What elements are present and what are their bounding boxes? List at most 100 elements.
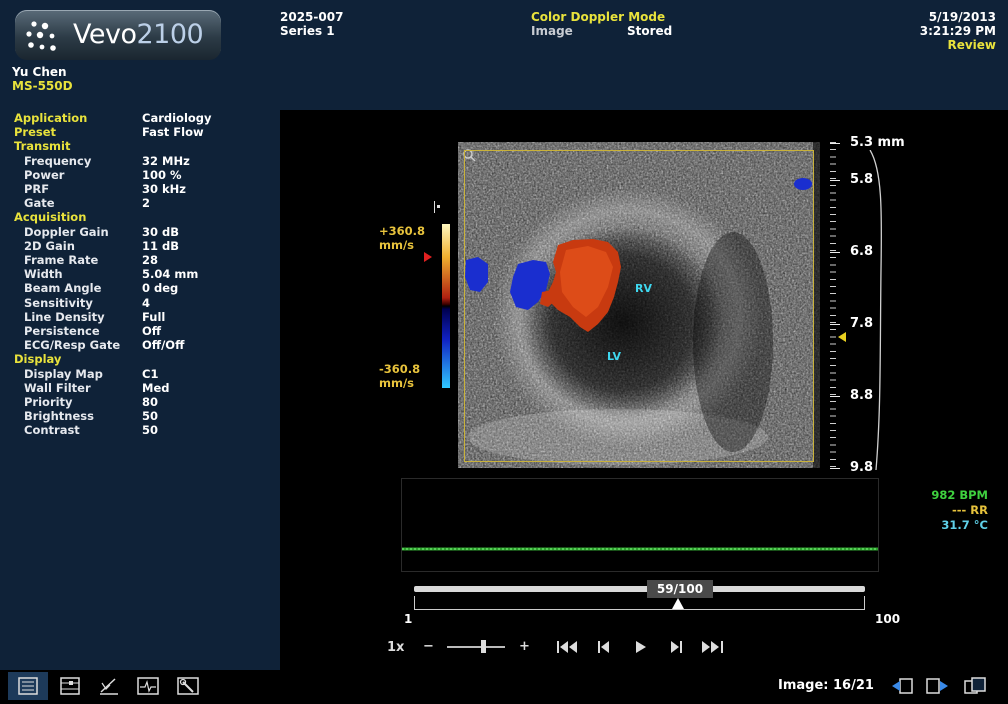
param-value: C1 bbox=[142, 366, 159, 381]
param-row: Line Density Full bbox=[14, 310, 274, 324]
timeline-cursor-icon[interactable] bbox=[672, 598, 685, 609]
param-key: Power bbox=[24, 167, 65, 182]
roi-box[interactable] bbox=[464, 150, 814, 462]
baseline-marker-icon[interactable] bbox=[424, 252, 432, 262]
param-key: Width bbox=[24, 267, 63, 282]
lv-label: LV bbox=[607, 350, 622, 363]
parameter-panel: Application Cardiology Preset Fast Flow Tran… bbox=[0, 110, 280, 670]
param-row: Application Cardiology bbox=[14, 111, 274, 125]
depth-major-tick bbox=[830, 143, 840, 144]
param-value: 5.04 mm bbox=[142, 267, 199, 282]
depth-major-tick bbox=[830, 180, 840, 181]
param-key: Contrast bbox=[24, 423, 80, 438]
param-key: 2D Gain bbox=[24, 238, 75, 253]
param-value: 50 bbox=[142, 409, 159, 424]
param-row: Transmit bbox=[14, 139, 274, 153]
velocity-max: +360.8 bbox=[379, 224, 426, 238]
resp-rate: --- RR bbox=[951, 503, 988, 517]
param-row: Wall Filter Med bbox=[14, 381, 274, 395]
speed-decrease-button[interactable]: − bbox=[423, 639, 434, 654]
physio-button[interactable] bbox=[135, 675, 161, 697]
param-row: Frequency 32 MHz bbox=[14, 154, 274, 168]
velocity-min: -360.8 bbox=[379, 362, 421, 376]
timeline-range bbox=[414, 596, 865, 610]
velocity-min-unit: mm/s bbox=[379, 376, 415, 390]
play-icon[interactable] bbox=[636, 641, 646, 653]
parameters-icon bbox=[18, 677, 38, 695]
param-key: ECG/Resp Gate bbox=[24, 338, 121, 353]
param-value: Full bbox=[142, 309, 166, 324]
param-row: Contrast 50 bbox=[14, 423, 274, 437]
param-row: ECG/Resp Gate Off/Off bbox=[14, 338, 274, 352]
param-key: Application bbox=[14, 111, 88, 125]
transducer-name: MS-550D bbox=[12, 79, 73, 93]
skip-to-end-icon[interactable] bbox=[701, 641, 723, 653]
physio-icon bbox=[137, 677, 159, 695]
previous-image-icon bbox=[892, 678, 913, 694]
param-value: Off/Off bbox=[142, 338, 185, 353]
param-row: Width 5.04 mm bbox=[14, 267, 274, 281]
playback-speed[interactable]: 1x bbox=[387, 640, 404, 655]
parameters-button[interactable] bbox=[15, 675, 41, 697]
layout-button[interactable] bbox=[962, 675, 988, 697]
step-forward-icon[interactable] bbox=[670, 641, 682, 653]
velocity-max-unit: mm/s bbox=[379, 238, 415, 252]
timeline-track[interactable] bbox=[414, 586, 865, 592]
physio-trace bbox=[401, 478, 879, 572]
tgc-curve[interactable] bbox=[868, 150, 888, 470]
param-key: Preset bbox=[14, 125, 57, 140]
param-value: 2 bbox=[142, 196, 151, 211]
param-row: Preset Fast Flow bbox=[14, 125, 274, 139]
ecg-waveform bbox=[402, 547, 878, 551]
depth-major-tick bbox=[830, 468, 840, 469]
series-label: Series 1 bbox=[280, 24, 335, 38]
param-row: Display Map C1 bbox=[14, 367, 274, 381]
image-counter: Image: 16/21 bbox=[778, 678, 874, 693]
param-row: Beam Angle 0 deg bbox=[14, 281, 274, 295]
timeline-start: 1 bbox=[404, 612, 413, 626]
param-row: Priority 80 bbox=[14, 395, 274, 409]
annotation-icon bbox=[100, 678, 118, 695]
settings-tools-button[interactable] bbox=[175, 675, 201, 697]
param-value: 30 dB bbox=[142, 224, 180, 239]
param-value: 100 % bbox=[142, 167, 182, 182]
next-image-button[interactable] bbox=[924, 675, 950, 697]
vevo-logo: Vevo2100 bbox=[15, 10, 221, 60]
param-key: Frequency bbox=[24, 153, 92, 168]
param-value: 80 bbox=[142, 395, 159, 409]
param-value: 0 deg bbox=[142, 281, 179, 296]
study-time: 3:21:29 PM bbox=[919, 24, 996, 38]
review-link[interactable]: Review bbox=[947, 38, 996, 52]
param-section-label: Display bbox=[14, 352, 62, 367]
param-key: Line Density bbox=[24, 309, 105, 324]
image-status: Stored bbox=[627, 24, 673, 38]
param-key: Display Map bbox=[24, 366, 103, 381]
param-key: Brightness bbox=[24, 409, 94, 424]
param-key: Wall Filter bbox=[24, 380, 91, 395]
param-row: Power 100 % bbox=[14, 168, 274, 182]
study-date: 5/19/2013 bbox=[928, 10, 996, 24]
param-row: Display bbox=[14, 352, 274, 366]
focus-marker-icon[interactable] bbox=[838, 332, 846, 342]
annotation-button[interactable] bbox=[96, 675, 122, 697]
skip-to-start-icon[interactable] bbox=[557, 641, 579, 653]
param-value: 32 MHz bbox=[142, 153, 190, 168]
param-key: PRF bbox=[24, 182, 50, 196]
param-value: Med bbox=[142, 380, 170, 395]
measurement-tools-button[interactable] bbox=[57, 675, 83, 697]
logo-dots-icon bbox=[26, 21, 56, 51]
speed-slider-thumb[interactable] bbox=[481, 640, 486, 653]
heart-rate: 982 BPM bbox=[931, 488, 988, 502]
depth-major-tick bbox=[830, 252, 840, 253]
param-key: Priority bbox=[24, 395, 73, 409]
speed-slider[interactable] bbox=[447, 646, 505, 648]
depth-label: 5.3 mm bbox=[850, 135, 905, 150]
imaging-mode: Color Doppler Mode bbox=[531, 10, 666, 24]
previous-image-button[interactable] bbox=[890, 675, 916, 697]
param-key: Doppler Gain bbox=[24, 224, 109, 239]
step-back-icon[interactable] bbox=[598, 641, 610, 653]
param-key: Sensitivity bbox=[24, 295, 93, 310]
param-value: 30 kHz bbox=[142, 182, 186, 196]
speed-increase-button[interactable]: + bbox=[519, 639, 530, 654]
rv-label: RV bbox=[635, 282, 652, 295]
